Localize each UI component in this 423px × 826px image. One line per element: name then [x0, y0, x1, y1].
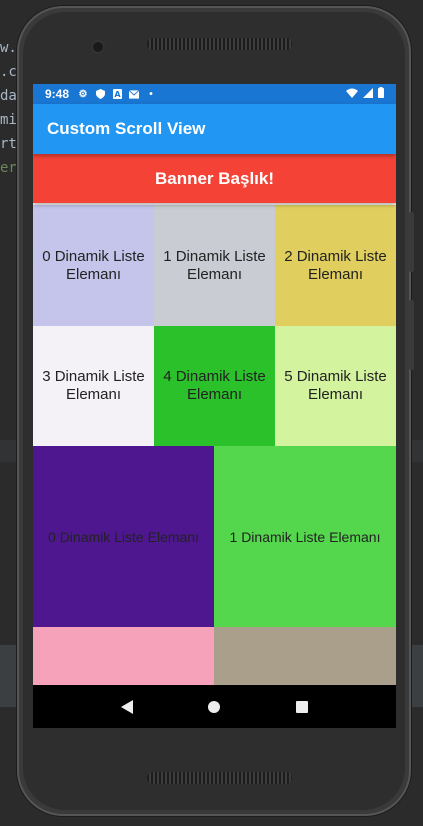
tile-label: 1 Dinamik Liste Elemanı: [163, 247, 266, 283]
tile-label: 0 Dinamik Liste Elemanı: [48, 528, 199, 545]
gear-icon: ⚙: [78, 88, 88, 100]
tile-label: 3 Dinamik Liste Elemanı: [42, 368, 145, 403]
tile-label: 1 Dinamik Liste Elemanı: [229, 528, 381, 545]
wide-tile-2[interactable]: [33, 627, 214, 687]
code-line: w.: [0, 40, 17, 56]
wide-tile-3[interactable]: [214, 627, 396, 687]
top-speaker: [147, 38, 292, 50]
code-line: rt: [0, 136, 17, 152]
tile-label: 0 Dinamik Liste Elemanı: [42, 247, 145, 283]
code-line: mi: [0, 112, 17, 128]
svg-text:A: A: [114, 90, 121, 99]
device-screen: 9:48 ⚙ A • Custom Scroll View Banner Baş…: [33, 84, 396, 728]
front-camera: [93, 42, 103, 52]
volume-button[interactable]: [409, 212, 414, 272]
a-icon: A: [112, 89, 122, 99]
tile-label: 2 Dinamik Liste Elemanı: [284, 247, 387, 283]
status-bar: 9:48 ⚙ A •: [33, 84, 396, 104]
tile-label: 5 Dinamik Liste Elemanı: [284, 368, 387, 403]
home-icon[interactable]: [208, 700, 221, 713]
banner-header[interactable]: Banner Başlık!: [33, 154, 396, 203]
grid-tile-0[interactable]: 0 Dinamik Liste Elemanı: [33, 205, 154, 326]
wide-tile-0[interactable]: 0 Dinamik Liste Elemanı: [33, 446, 214, 627]
status-time: 9:48: [45, 87, 70, 101]
app-title: Custom Scroll View: [47, 119, 206, 138]
dot-icon: •: [149, 88, 153, 100]
app-bar: Custom Scroll View: [33, 104, 396, 154]
shield-icon: [95, 89, 105, 99]
grid-tile-3[interactable]: 3 Dinamik Liste Elemanı: [33, 326, 154, 446]
battery-icon: [378, 87, 384, 101]
banner-label: Banner Başlık!: [154, 168, 275, 188]
power-button[interactable]: [409, 300, 414, 370]
code-line: .c: [0, 64, 17, 80]
grid-tile-5[interactable]: 5 Dinamik Liste Elemanı: [275, 326, 396, 446]
code-line: da: [0, 88, 17, 104]
code-line: er: [0, 160, 17, 176]
navigation-bar: [33, 685, 396, 728]
wifi-icon: [346, 87, 358, 101]
tile-label: 4 Dinamik Liste Elemanı: [163, 368, 266, 403]
mail-icon: [129, 89, 140, 99]
back-icon[interactable]: [120, 699, 133, 714]
bottom-speaker: [147, 772, 292, 784]
wide-tile-1[interactable]: 1 Dinamik Liste Elemanı: [214, 446, 396, 627]
recent-apps-icon[interactable]: [296, 700, 309, 713]
grid-tile-4[interactable]: 4 Dinamik Liste Elemanı: [154, 326, 275, 446]
grid-tile-2[interactable]: 2 Dinamik Liste Elemanı: [275, 205, 396, 326]
signal-icon: [363, 87, 373, 101]
grid-tile-1[interactable]: 1 Dinamik Liste Elemanı: [154, 205, 275, 326]
